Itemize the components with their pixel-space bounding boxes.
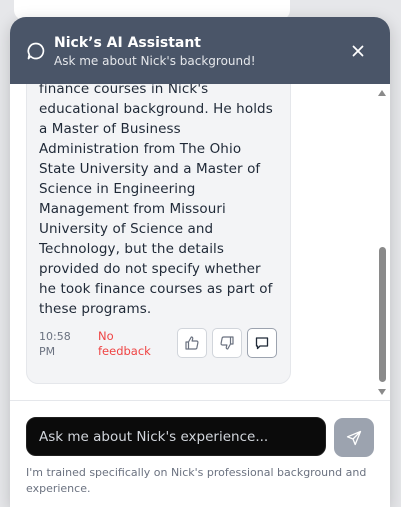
assistant-message: finance courses in Nick's educational ba…: [26, 84, 291, 384]
chat-bubble-icon: [26, 41, 46, 61]
comment-button[interactable]: [247, 328, 277, 358]
thumbs-down-button[interactable]: [212, 328, 242, 358]
close-button[interactable]: [346, 41, 370, 61]
composer-divider: [10, 400, 390, 401]
feedback-status: No feedback: [98, 329, 168, 359]
message-line: University of Science and: [39, 221, 214, 237]
message-list: finance courses in Nick's educational ba…: [10, 84, 390, 401]
message-input-container[interactable]: [26, 417, 326, 456]
scroll-up-arrow-icon[interactable]: [377, 88, 387, 98]
message-scrollbar[interactable]: [376, 84, 388, 401]
chat-widget: Nick’s AI Assistant Ask me about Nick's …: [10, 17, 390, 507]
send-button[interactable]: [334, 418, 374, 457]
message-line: Science in Engineering: [39, 181, 196, 197]
feedback-status-line: No: [98, 329, 114, 343]
scroll-down-arrow-icon[interactable]: [377, 387, 387, 397]
message-line: Management from Missouri: [39, 201, 226, 217]
message-line: finance courses in Nick's: [39, 84, 209, 97]
message-line: Administration from The Ohio: [39, 141, 242, 157]
message-line: these programs.: [39, 301, 152, 317]
message-input[interactable]: [27, 418, 325, 455]
thumbs-up-icon: [185, 336, 199, 350]
timestamp-time: 10:58: [39, 330, 71, 343]
chat-header: Nick’s AI Assistant Ask me about Nick's …: [10, 17, 390, 84]
thumbs-up-button[interactable]: [177, 328, 207, 358]
message-line: he took finance courses as part of: [39, 281, 273, 297]
feedback-status-line: feedback: [98, 344, 151, 358]
message-line: a Master of Business: [39, 121, 181, 137]
close-icon: [352, 45, 364, 57]
assistant-title: Nick’s AI Assistant: [54, 35, 201, 51]
assistant-disclaimer: I'm trained specifically on Nick's profe…: [26, 466, 367, 495]
send-icon: [346, 430, 362, 445]
message-line: educational background. He holds: [39, 101, 273, 117]
thumbs-down-icon: [220, 336, 234, 350]
message-line: Technology, but the details: [39, 241, 225, 257]
message-line: provided do not specify whether: [39, 261, 261, 277]
assistant-subtitle: Ask me about Nick's background!: [54, 54, 256, 68]
message-timestamp: 10:58 PM: [39, 329, 79, 359]
comment-icon: [255, 337, 269, 350]
message-text: finance courses in Nick's educational ba…: [39, 84, 284, 319]
timestamp-period: PM: [39, 345, 56, 358]
scrollbar-thumb[interactable]: [379, 247, 386, 382]
message-line: State University and a Master of: [39, 161, 261, 177]
